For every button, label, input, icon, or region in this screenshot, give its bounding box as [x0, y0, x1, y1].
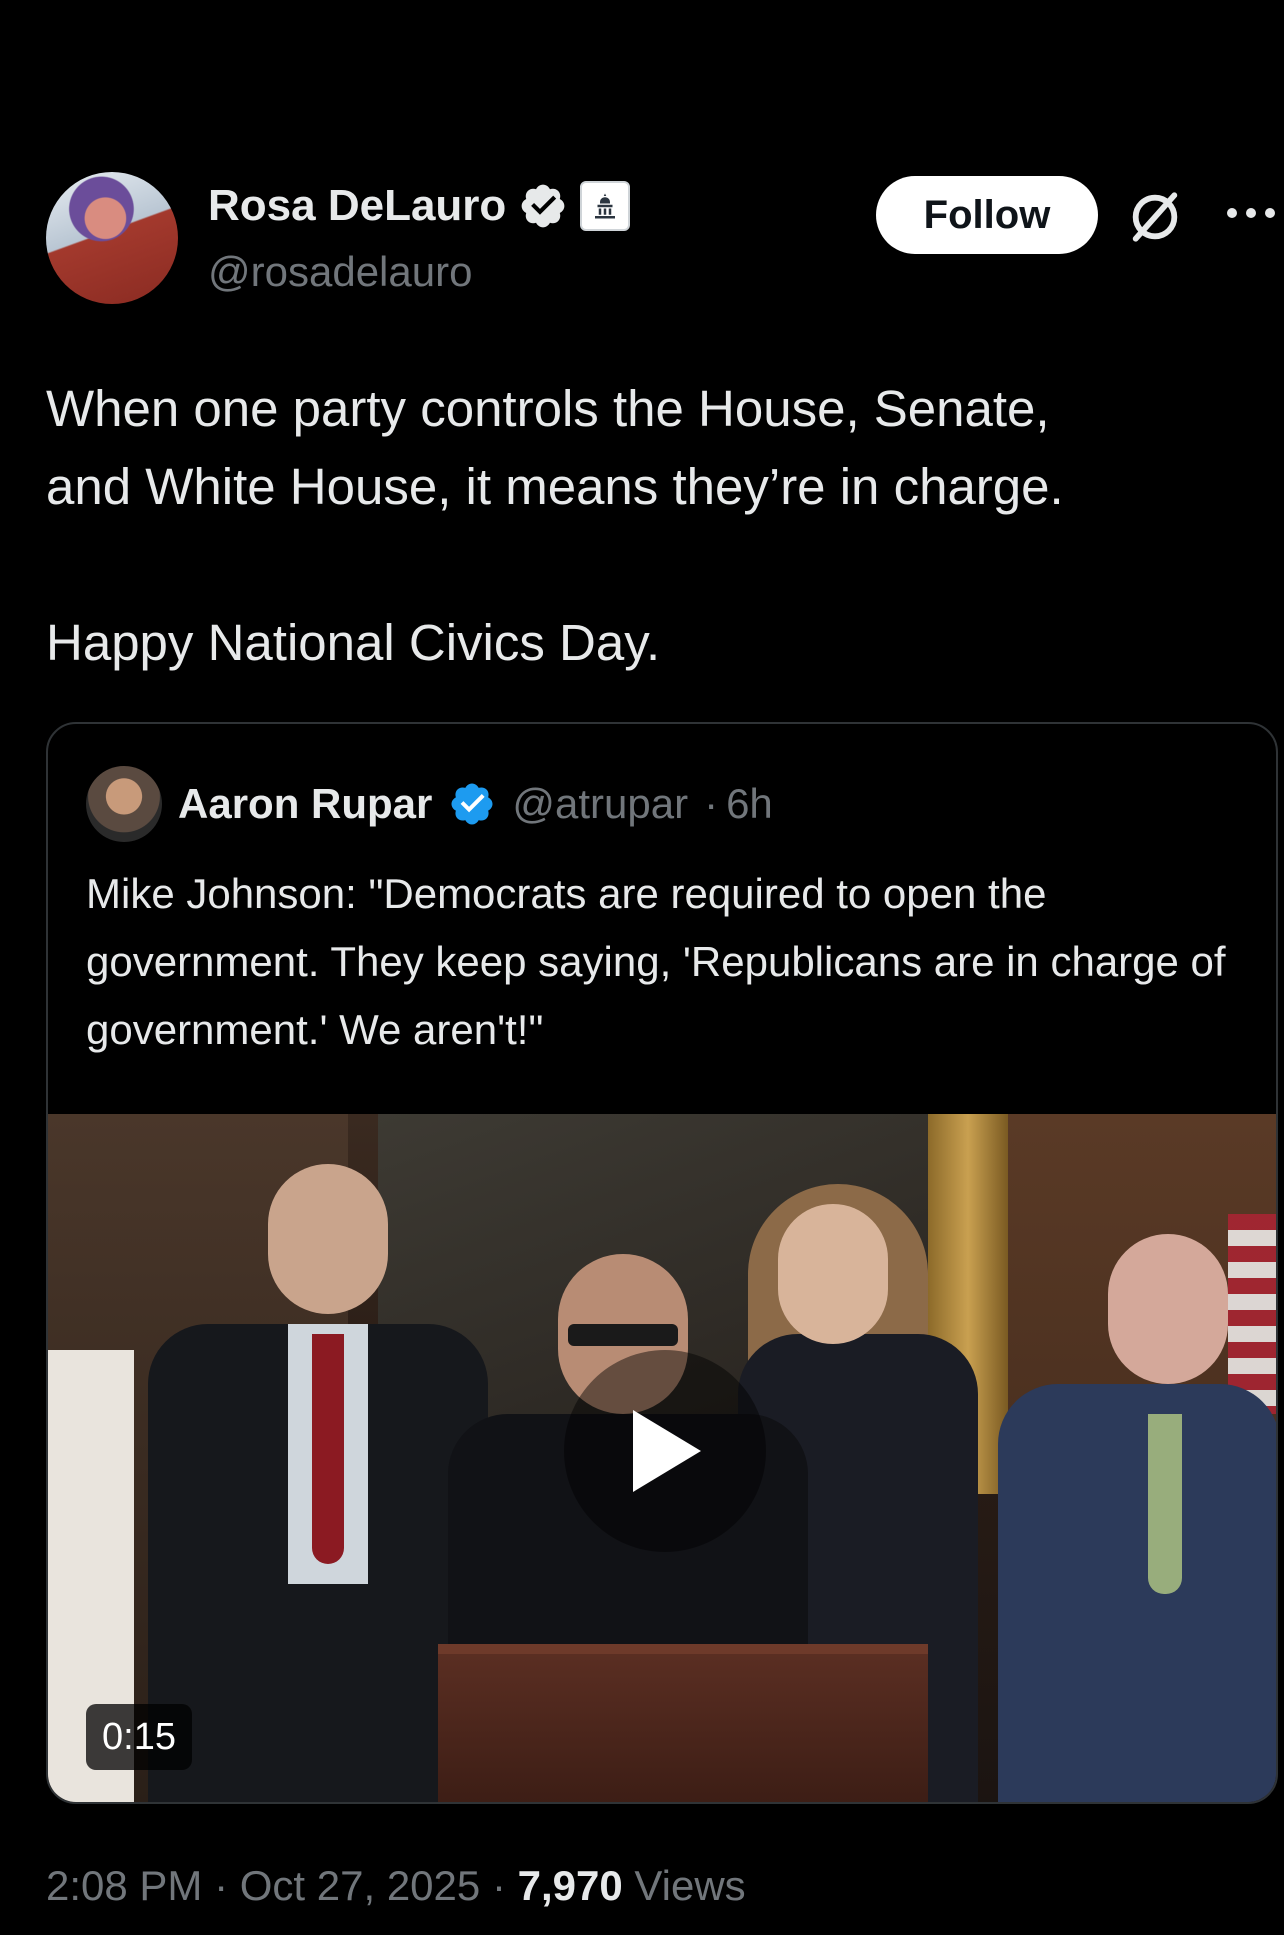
tweet-detail-page: Rosa DeLauro @rosadelauro Follow When on… — [0, 0, 1284, 1935]
author-name-row: Rosa DeLauro — [208, 178, 631, 234]
video-figure — [268, 1164, 388, 1314]
tweet-header: Rosa DeLauro @rosadelauro Follow — [46, 170, 1284, 310]
verified-badge-icon — [521, 184, 565, 228]
tweet-text-line: When one party controls the House, Senat… — [46, 380, 1050, 437]
play-button[interactable] — [564, 1350, 766, 1552]
meta-separator: · — [491, 1862, 506, 1909]
author-handle[interactable]: @rosadelauro — [208, 248, 472, 296]
play-icon — [633, 1410, 701, 1492]
quoted-tweet-header: Aaron Rupar @atrupar · 6h — [86, 764, 773, 844]
video-podium — [438, 1644, 928, 1802]
author-name[interactable]: Rosa DeLauro — [208, 181, 506, 231]
video-figure — [998, 1384, 1276, 1802]
video-duration-badge: 0:15 — [86, 1704, 192, 1770]
views-count[interactable]: 7,970 — [518, 1862, 623, 1909]
video-figure — [568, 1324, 678, 1346]
quoted-tweet-time: 6h — [726, 780, 773, 827]
views-label: Views — [634, 1862, 746, 1909]
video-figure — [778, 1204, 888, 1344]
quoted-author-avatar — [86, 766, 162, 842]
government-capitol-icon — [580, 181, 631, 231]
verified-badge-icon — [451, 783, 493, 825]
quoted-tweet-text: Mike Johnson: "Democrats are required to… — [86, 870, 1226, 1053]
tweet-date[interactable]: Oct 27, 2025 — [240, 1862, 481, 1909]
video-flag — [1228, 1214, 1276, 1414]
quoted-author-name: Aaron Rupar — [178, 780, 433, 827]
meta-separator: · — [214, 1862, 229, 1909]
tweet-time[interactable]: 2:08 PM — [46, 1862, 202, 1909]
grok-icon[interactable] — [1126, 188, 1184, 246]
video-player[interactable]: 0:15 — [48, 1114, 1276, 1802]
follow-button[interactable]: Follow — [876, 176, 1098, 254]
video-figure — [1148, 1414, 1182, 1594]
quoted-tweet-card[interactable]: Aaron Rupar @atrupar · 6h Mike Johnson: … — [46, 722, 1278, 1804]
more-options-icon[interactable] — [1218, 198, 1284, 228]
video-figure — [1108, 1234, 1228, 1384]
tweet-meta: 2:08 PM · Oct 27, 2025 · 7,970 Views — [46, 1862, 746, 1910]
meta-separator: · — [704, 780, 719, 827]
video-figure — [312, 1334, 344, 1564]
author-avatar[interactable] — [46, 172, 178, 304]
tweet-text: When one party controls the House, Senat… — [46, 370, 1246, 682]
quoted-author-handle: @atrupar — [512, 780, 689, 827]
tweet-text-line: Happy National Civics Day. — [46, 614, 661, 671]
tweet-text-line: and White House, it means they’re in cha… — [46, 458, 1064, 515]
